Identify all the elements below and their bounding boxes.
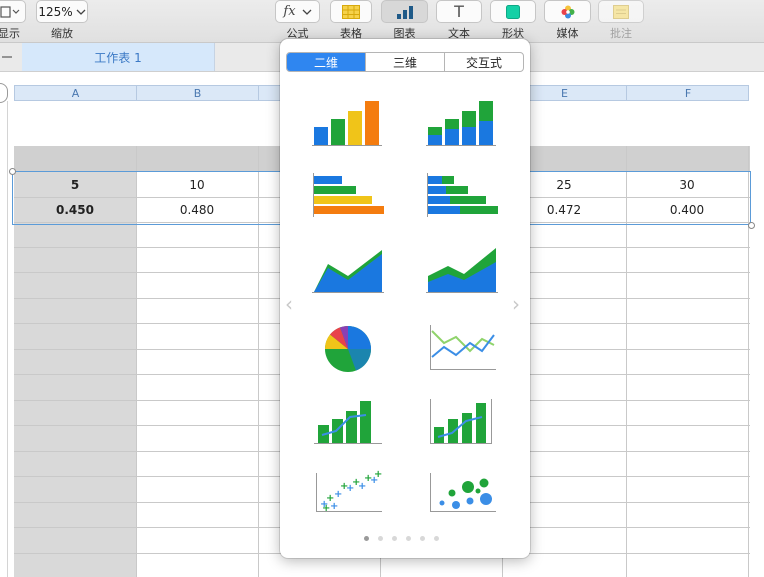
page-indicator bbox=[364, 536, 439, 541]
two-axis-chart-icon[interactable] bbox=[424, 395, 500, 447]
page-dot[interactable] bbox=[364, 536, 369, 541]
line-chart-icon[interactable] bbox=[424, 321, 500, 373]
text-icon: T bbox=[454, 2, 464, 21]
bar-chart-icon[interactable] bbox=[310, 171, 386, 223]
mixed-chart-icon[interactable] bbox=[310, 395, 386, 447]
chevron-down-icon bbox=[76, 9, 86, 15]
selection-handle[interactable] bbox=[9, 168, 16, 175]
column-header-f[interactable]: F bbox=[627, 86, 749, 100]
photos-icon bbox=[561, 5, 574, 18]
page-dot[interactable] bbox=[420, 536, 425, 541]
scatter-chart-icon[interactable]: ++ ++ ++ ++ ++ + + bbox=[310, 467, 386, 519]
svg-text:+: + bbox=[374, 469, 382, 480]
add-sheet-icon[interactable] bbox=[2, 51, 14, 63]
page-dot[interactable] bbox=[434, 536, 439, 541]
selection-handle[interactable] bbox=[748, 222, 755, 229]
stacked-column-chart-icon[interactable] bbox=[424, 97, 500, 149]
view-label: 显示 bbox=[0, 27, 20, 40]
table-handle[interactable] bbox=[0, 83, 8, 103]
stacked-area-chart-icon[interactable] bbox=[424, 244, 500, 296]
formula-icon: fx bbox=[283, 4, 296, 19]
zoom-button[interactable]: 125% bbox=[36, 0, 88, 23]
shape-icon bbox=[506, 4, 520, 19]
page-dot[interactable] bbox=[406, 536, 411, 541]
pie-chart-icon[interactable] bbox=[310, 321, 386, 373]
chart-picker-popover: 二维 三维 交互式 ‹ › + + + + + + + + + + + + bbox=[280, 39, 530, 558]
column-header-b[interactable]: B bbox=[137, 86, 259, 100]
zoom-label: 缩放 bbox=[51, 27, 73, 40]
column-header-a[interactable]: A bbox=[15, 86, 137, 100]
toolbar: 显示 125% 缩放 fx 公式 表格 图表 T 文本 形状 媒体 批注 bbox=[0, 0, 764, 43]
formula-button[interactable]: fx bbox=[275, 0, 320, 23]
tab-2d[interactable]: 二维 bbox=[287, 53, 366, 71]
tab-3d[interactable]: 三维 bbox=[366, 53, 445, 71]
column-chart-icon[interactable] bbox=[310, 97, 386, 149]
chevron-down-icon bbox=[302, 9, 312, 15]
chart-icon bbox=[396, 5, 413, 19]
stacked-bar-chart-icon[interactable] bbox=[424, 171, 500, 223]
chart-button[interactable] bbox=[381, 0, 428, 23]
next-page-arrow[interactable]: › bbox=[512, 292, 520, 316]
row-gutter bbox=[0, 101, 8, 577]
media-button[interactable] bbox=[544, 0, 591, 23]
tab-interactive[interactable]: 交互式 bbox=[445, 53, 523, 71]
view-icon bbox=[0, 5, 20, 18]
view-button[interactable] bbox=[0, 0, 26, 23]
comment-icon bbox=[613, 4, 629, 19]
table-icon bbox=[342, 4, 360, 19]
sheet-tab[interactable]: 工作表 1 bbox=[22, 43, 215, 71]
previous-page-arrow[interactable]: ‹ bbox=[285, 292, 293, 316]
area-chart-icon[interactable] bbox=[310, 244, 386, 296]
page-dot[interactable] bbox=[392, 536, 397, 541]
table-button[interactable] bbox=[330, 0, 372, 23]
media-label: 媒体 bbox=[556, 27, 579, 40]
zoom-value: 125% bbox=[38, 4, 73, 19]
sheet-tab-label: 工作表 1 bbox=[94, 50, 142, 65]
shape-button[interactable] bbox=[490, 0, 536, 23]
chart-type-segmented-control: 二维 三维 交互式 bbox=[286, 52, 524, 72]
comment-button[interactable] bbox=[598, 0, 644, 23]
comment-label: 批注 bbox=[610, 27, 632, 40]
bubble-chart-icon[interactable] bbox=[424, 467, 500, 519]
svg-text:+: + bbox=[330, 501, 338, 512]
page-dot[interactable] bbox=[378, 536, 383, 541]
text-button[interactable]: T bbox=[436, 0, 482, 23]
